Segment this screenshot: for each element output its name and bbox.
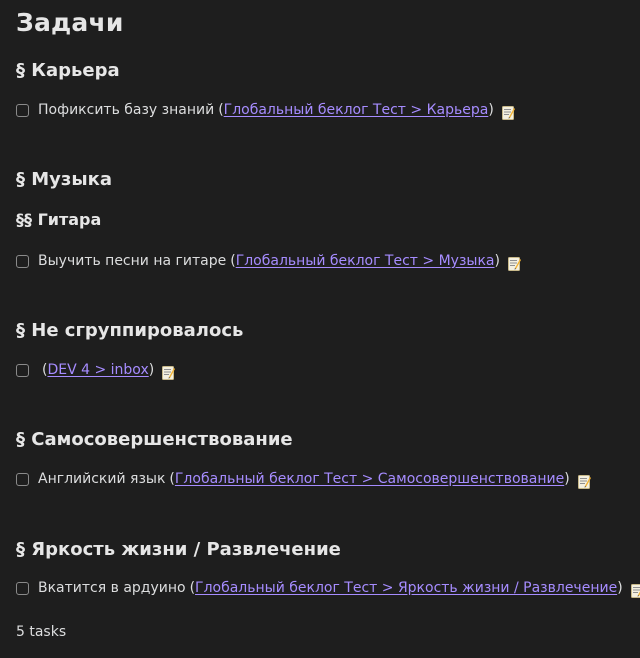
task-checkbox[interactable]	[16, 363, 29, 377]
section-heading: § Яркость жизни / Развлечение	[16, 539, 341, 560]
task-source-link[interactable]: Глобальный беклог Тест > Музыка	[236, 253, 495, 269]
task-source-link[interactable]: Глобальный беклог Тест > Самосовершенств…	[175, 471, 564, 487]
task-source-link[interactable]: DEV 4 > inbox	[47, 362, 148, 378]
task-source-link[interactable]: Глобальный беклог Тест > Карьера	[224, 102, 489, 118]
task-text: Пофиксить базу знаний	[38, 102, 215, 118]
page-title: Задачи	[16, 8, 124, 37]
task-source-link[interactable]: Глобальный беклог Тест > Яркость жизни /…	[195, 580, 617, 596]
task-text: Выучить песни на гитаре	[38, 253, 227, 269]
section-self-improvement: § Самосовершенствование	[16, 429, 640, 450]
memo-icon[interactable]	[162, 365, 176, 380]
section-ungrouped: § Не сгруппировалось	[16, 320, 640, 341]
task-row: Пофиксить базу знаний (Глобальный беклог…	[16, 102, 640, 120]
task-checkbox[interactable]	[16, 472, 29, 486]
task-text: Английский язык	[38, 471, 166, 487]
task-checkbox[interactable]	[16, 581, 29, 595]
close-paren: )	[148, 362, 155, 378]
memo-icon[interactable]	[577, 474, 591, 489]
memo-icon[interactable]	[501, 105, 515, 120]
section-heading: § Самосовершенствование	[16, 429, 293, 450]
task-row: Выучить песни на гитаре (Глобальный бекл…	[16, 253, 640, 271]
close-paren: )	[494, 253, 500, 269]
task-row: Английский язык (Глобальный беклог Тест …	[16, 471, 640, 489]
memo-icon[interactable]	[630, 583, 640, 598]
task-count: 5 tasks	[16, 624, 67, 640]
section-fun: § Яркость жизни / Развлечение	[16, 539, 640, 560]
section-career: § Карьера	[16, 60, 640, 81]
section-heading: § Не сгруппировалось	[16, 320, 244, 341]
close-paren: )	[488, 102, 494, 118]
section-heading: § Карьера	[16, 60, 120, 81]
task-checkbox[interactable]	[16, 103, 29, 117]
task-row: (DEV 4 > inbox)	[16, 362, 640, 380]
section-music: § Музыка	[16, 169, 640, 190]
section-heading: § Музыка	[16, 169, 113, 190]
subsection-guitar: §§ Гитара	[16, 210, 640, 229]
task-text: Вкатится в ардуино	[38, 580, 186, 596]
subsection-heading: §§ Гитара	[16, 210, 102, 229]
close-paren: )	[564, 471, 570, 487]
memo-icon[interactable]	[507, 256, 521, 271]
task-checkbox[interactable]	[16, 254, 29, 268]
close-paren: )	[617, 580, 623, 596]
task-row: Вкатится в ардуино (Глобальный беклог Те…	[16, 580, 640, 598]
